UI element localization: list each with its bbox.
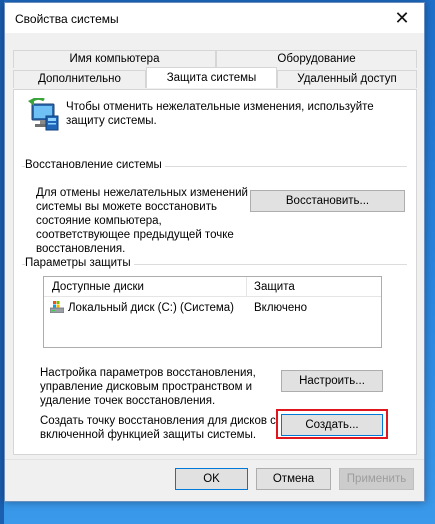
restore-desc-line3: состояние компьютера,	[36, 215, 162, 227]
drive-name: Локальный диск (C:) (Система)	[68, 302, 234, 314]
restore-desc-line4: соответствующее предыдущей точке	[36, 229, 234, 241]
tab-hardware[interactable]: Оборудование	[216, 50, 417, 68]
tab-row-top: Имя компьютера Оборудование	[13, 50, 417, 68]
restore-button[interactable]: Восстановить...	[250, 190, 405, 212]
column-separator[interactable]	[246, 277, 247, 297]
tab-advanced[interactable]: Дополнительно	[13, 70, 146, 88]
configure-button[interactable]: Настроить...	[281, 370, 383, 392]
column-protection[interactable]: Защита	[254, 281, 295, 293]
configure-desc-line2: управление дисковым пространством и	[40, 381, 253, 393]
system-properties-window: Свойства системы ✕ Имя компьютера Оборуд…	[4, 2, 425, 502]
apply-button[interactable]: Применить	[339, 468, 414, 490]
restore-desc-line5: восстановления.	[36, 243, 126, 255]
footer-divider	[5, 459, 424, 460]
ok-button[interactable]: OK	[175, 468, 248, 490]
protection-group-title: Параметры защиты	[25, 257, 134, 269]
system-protection-icon	[26, 96, 60, 132]
title-bar: Свойства системы ✕	[5, 3, 424, 33]
drives-list-header: Доступные диски Защита	[44, 277, 381, 297]
restore-desc-line1: Для отмены нежелательных изменений	[36, 187, 248, 199]
tab-computer-name[interactable]: Имя компьютера	[13, 50, 216, 68]
drives-list[interactable]: Доступные диски Защита Локальный диск (C…	[43, 276, 382, 348]
drive-icon	[49, 301, 65, 314]
tab-row-bottom: Дополнительно Защита системы Удаленный д…	[13, 67, 417, 88]
tab-remote[interactable]: Удаленный доступ	[277, 70, 417, 88]
close-button[interactable]: ✕	[380, 3, 424, 33]
system-protection-panel: Чтобы отменить нежелательные изменения, …	[13, 89, 417, 455]
table-row[interactable]: Локальный диск (C:) (Система) Включено	[44, 299, 381, 317]
restore-desc-line2: системы вы можете восстановить	[36, 201, 217, 213]
drive-status: Включено	[254, 302, 308, 314]
window-title: Свойства системы	[15, 12, 119, 26]
intro-text-line1: Чтобы отменить нежелательные изменения, …	[66, 101, 374, 113]
close-icon: ✕	[394, 7, 410, 28]
create-desc-line2: включенной функцией защиты системы.	[40, 429, 257, 441]
restore-group-title: Восстановление системы	[25, 159, 165, 171]
configure-desc-line3: удаление точек восстановления.	[40, 395, 216, 407]
create-desc-line1: Создать точку восстановления для дисков …	[40, 415, 276, 427]
tab-system-protection[interactable]: Защита системы	[146, 67, 277, 88]
create-button[interactable]: Создать...	[281, 414, 383, 436]
cancel-button[interactable]: Отмена	[256, 468, 331, 490]
configure-desc-line1: Настройка параметров восстановления,	[40, 367, 256, 379]
intro-text-line2: защиту системы.	[66, 115, 157, 127]
column-drives[interactable]: Доступные диски	[52, 281, 144, 293]
